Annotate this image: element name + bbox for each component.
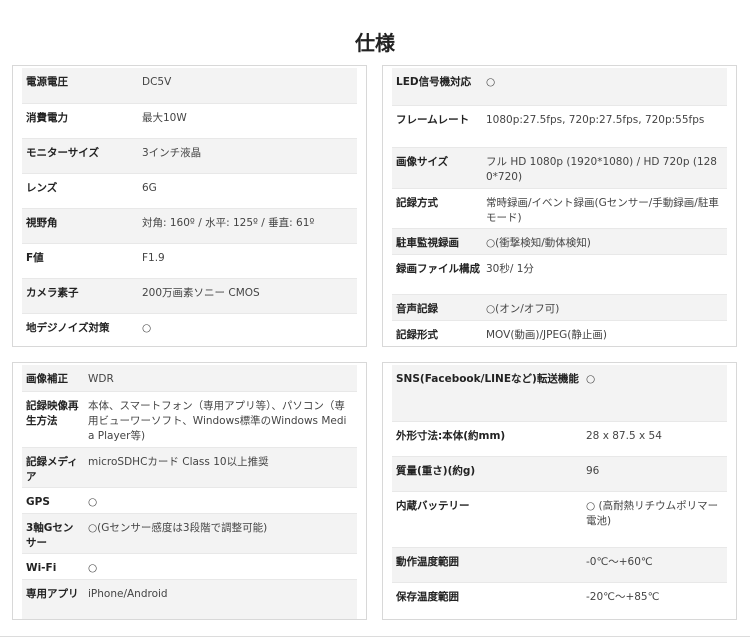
spec-value: ○(衝撃検知/動体検知) bbox=[486, 236, 591, 249]
table-row: 動作温度範囲 -0℃～+60℃ bbox=[392, 547, 727, 582]
table-row: 記録形式 MOV(動画)/JPEG(静止画) bbox=[392, 320, 727, 346]
spec-value: iPhone/Android bbox=[88, 587, 168, 600]
table-row: 質量(重さ)(約g) 96 bbox=[392, 456, 727, 491]
spec-key: 画像サイズ bbox=[396, 155, 449, 168]
spec-key: GPS bbox=[26, 495, 50, 508]
table-row: カメラ素子 200万画素ソニー CMOS bbox=[22, 278, 357, 313]
table-row: 3軸Gセンサー ○(Gセンサー感度は3段階で調整可能) bbox=[22, 513, 357, 553]
table-row: 駐車監視録画 ○(衝撃検知/動体検知) bbox=[392, 228, 727, 254]
spec-key: Wi-Fi bbox=[26, 561, 57, 574]
spec-key: カメラ素子 bbox=[26, 286, 79, 299]
spec-value: 最大10W bbox=[142, 111, 187, 124]
table-row: フレームレート 1080p:27.5fps, 720p:27.5fps, 720p… bbox=[392, 105, 727, 147]
spec-value: ○(Gセンサー感度は3段階で調整可能) bbox=[88, 521, 268, 534]
spec-key: レンズ bbox=[26, 181, 58, 194]
table-row: モニターサイズ 3インチ液晶 bbox=[22, 138, 357, 173]
page-title: 仕様 bbox=[355, 31, 395, 55]
spec-value: -0℃～+60℃ bbox=[586, 555, 653, 568]
spec-table-top-left: 電源電圧 DC5V 消費電力 最大10W モニターサイズ 3インチ液晶 レンズ 6G 視… bbox=[12, 65, 367, 347]
spec-value: 30秒/ 1分 bbox=[486, 262, 534, 275]
spec-key: 記録方式 bbox=[396, 196, 438, 209]
table-row: 記録方式 常時録画/イベント録画(Gセンサー/手動録画/駐車モード) bbox=[392, 188, 727, 228]
spec-value: ○ bbox=[88, 495, 98, 508]
table-row: 音声記録 ○(オン/オフ可) bbox=[392, 294, 727, 320]
spec-value: 3インチ液晶 bbox=[142, 146, 202, 159]
spec-key: 動作温度範囲 bbox=[396, 555, 459, 568]
spec-value: WDR bbox=[88, 373, 114, 385]
spec-key: 保存温度範囲 bbox=[396, 590, 459, 603]
spec-value: 1080p:27.5fps, 720p:27.5fps, 720p:55fps bbox=[486, 113, 705, 126]
table-row: 保存温度範囲 -20℃～+85℃ bbox=[392, 582, 727, 617]
table-row: SNS(Facebook/LINEなど)転送機能 ○ bbox=[392, 365, 727, 421]
spec-key: 3軸Gセンサー bbox=[26, 521, 74, 549]
spec-table-bottom-right: SNS(Facebook/LINEなど)転送機能 ○ 外形寸法:本体(約mm) 28… bbox=[382, 362, 737, 620]
spec-value: 96 bbox=[586, 464, 600, 477]
spec-key: F値 bbox=[26, 251, 44, 264]
spec-value: ○ (高耐熱リチウムポリマー電池) bbox=[586, 499, 719, 527]
spec-value: DC5V bbox=[142, 76, 172, 88]
spec-key: モニターサイズ bbox=[26, 146, 99, 159]
table-row: 地デジノイズ対策 ○ bbox=[22, 313, 357, 345]
table-row: 画像補正 WDR bbox=[22, 365, 357, 391]
spec-value: ○ bbox=[88, 561, 98, 574]
table-row: 録画ファイル構成 30秒/ 1分 bbox=[392, 254, 727, 294]
spec-key: SNS(Facebook/LINEなど)転送機能 bbox=[396, 373, 579, 385]
spec-key: 音声記録 bbox=[396, 302, 438, 315]
spec-value: ○ bbox=[142, 321, 152, 334]
spec-key: 画像補正 bbox=[26, 373, 68, 385]
table-row: Wi-Fi ○ bbox=[22, 553, 357, 579]
spec-value: 200万画素ソニー CMOS bbox=[142, 286, 260, 299]
spec-value: MOV(動画)/JPEG(静止画) bbox=[486, 328, 607, 341]
spec-key: フレームレート bbox=[396, 113, 470, 126]
spec-value: ○ bbox=[486, 76, 496, 88]
table-row: 視野角 対角: 160º / 水平: 125º / 垂直: 61º bbox=[22, 208, 357, 243]
spec-key: 専用アプリ bbox=[26, 587, 79, 600]
spec-key: 消費電力 bbox=[26, 111, 68, 124]
spec-value: ○(オン/オフ可) bbox=[486, 302, 560, 315]
spec-key: 地デジノイズ対策 bbox=[26, 321, 110, 334]
table-row: 記録映像再生方法 本体、スマートフォン（専用アプリ等）、パソコン（専用ビューワーソ… bbox=[22, 391, 357, 447]
spec-key: 内蔵バッテリー bbox=[396, 499, 470, 512]
table-row: 消費電力 最大10W bbox=[22, 103, 357, 138]
spec-key: 視野角 bbox=[26, 216, 58, 229]
spec-value: microSDHCカード Class 10以上推奨 bbox=[88, 455, 269, 468]
table-row: 電源電圧 DC5V bbox=[22, 68, 357, 103]
table-row: レンズ 6G bbox=[22, 173, 357, 208]
spec-value: ○ bbox=[586, 373, 596, 385]
spec-value: 6G bbox=[142, 181, 157, 194]
spec-key: 駐車監視録画 bbox=[396, 236, 459, 249]
table-row: 記録メディア microSDHCカード Class 10以上推奨 bbox=[22, 447, 357, 487]
spec-key: 記録メディア bbox=[26, 455, 78, 483]
spec-value: フル HD 1080p (1920*1080) / HD 720p (1280*… bbox=[486, 155, 717, 183]
spec-key: 電源電圧 bbox=[26, 76, 68, 88]
spec-key: 外形寸法:本体(約mm) bbox=[396, 429, 506, 442]
table-row: 画像サイズ フル HD 1080p (1920*1080) / HD 720p (… bbox=[392, 147, 727, 188]
table-row: 内蔵バッテリー ○ (高耐熱リチウムポリマー電池) bbox=[392, 491, 727, 547]
spec-value: -20℃～+85℃ bbox=[586, 590, 660, 603]
spec-key: LED信号機対応 bbox=[396, 76, 472, 88]
table-row: 専用アプリ iPhone/Android bbox=[22, 579, 357, 619]
spec-value: 28 x 87.5 x 54 bbox=[586, 429, 662, 442]
spec-table-top-right: LED信号機対応 ○ フレームレート 1080p:27.5fps, 720p:27.… bbox=[382, 65, 737, 347]
table-row: 外形寸法:本体(約mm) 28 x 87.5 x 54 bbox=[392, 421, 727, 456]
page-divider bbox=[0, 636, 750, 637]
spec-value: 対角: 160º / 水平: 125º / 垂直: 61º bbox=[142, 216, 315, 229]
spec-table-bottom-left: 画像補正 WDR 記録映像再生方法 本体、スマートフォン（専用アプリ等）、パソコン（… bbox=[12, 362, 367, 620]
spec-key: 質量(重さ)(約g) bbox=[396, 464, 476, 477]
table-row: F値 F1.9 bbox=[22, 243, 357, 278]
spec-key: 録画ファイル構成 bbox=[396, 262, 480, 275]
table-row: GPS ○ bbox=[22, 487, 357, 513]
spec-value: 常時録画/イベント録画(Gセンサー/手動録画/駐車モード) bbox=[486, 196, 719, 224]
spec-key: 記録映像再生方法 bbox=[26, 399, 79, 427]
spec-value: F1.9 bbox=[142, 251, 165, 264]
table-row: LED信号機対応 ○ bbox=[392, 68, 727, 105]
spec-value: 本体、スマートフォン（専用アプリ等）、パソコン（専用ビューワーソフト、Windo… bbox=[88, 399, 347, 442]
spec-key: 記録形式 bbox=[396, 328, 438, 341]
